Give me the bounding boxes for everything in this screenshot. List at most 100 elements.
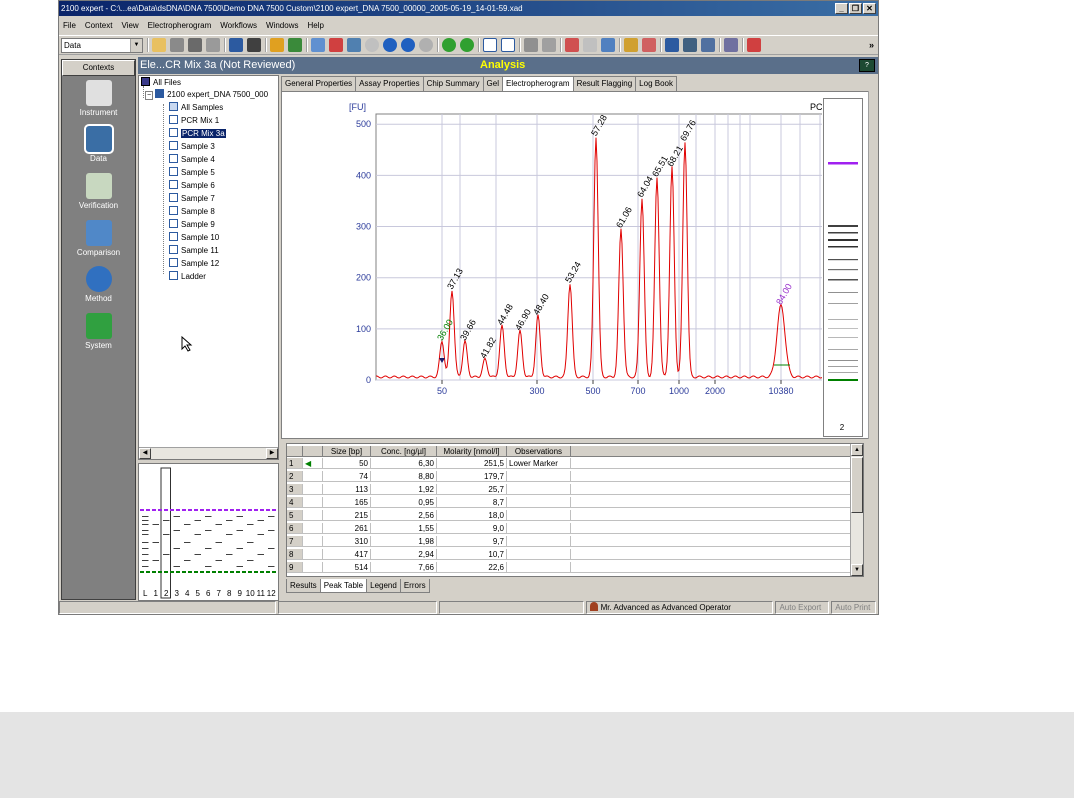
flag-icon[interactable] xyxy=(724,38,738,52)
menu-help[interactable]: Help xyxy=(307,21,323,30)
baseline-icon[interactable] xyxy=(642,38,656,52)
contexts-header[interactable]: Contexts xyxy=(62,60,135,76)
table-icon[interactable] xyxy=(665,38,679,52)
menu-view[interactable]: View xyxy=(121,21,138,30)
collapse-icon[interactable]: − xyxy=(145,91,154,100)
tab-log-book[interactable]: Log Book xyxy=(635,76,677,91)
tree-sample[interactable]: Sample 4 xyxy=(169,154,215,165)
pause-icon[interactable] xyxy=(401,38,415,52)
tree-view-icon[interactable] xyxy=(229,38,243,52)
skip-icon[interactable] xyxy=(419,38,433,52)
tree-sample[interactable]: PCR Mix 1 xyxy=(169,115,219,126)
electropherogram-panel[interactable]: 0 100 200 300 400 500 50 300 500 700 1000 2000 10380… xyxy=(281,91,876,439)
grid-icon[interactable] xyxy=(311,38,325,52)
zoom-out-icon[interactable] xyxy=(542,38,556,52)
context-verification[interactable]: Verification xyxy=(62,173,135,210)
gel-lane-view[interactable]: 2 xyxy=(823,98,863,437)
tree-root[interactable]: All Files xyxy=(141,77,181,88)
table-row[interactable]: 3 113 1,92 25,7 xyxy=(287,484,851,495)
scrollbar-thumb[interactable] xyxy=(851,457,863,513)
export-icon[interactable] xyxy=(288,38,302,52)
tab-electropherogram[interactable]: Electropherogram xyxy=(501,76,574,92)
tree-all-samples[interactable]: All Samples xyxy=(169,102,223,113)
tab-errors[interactable]: Errors xyxy=(399,579,430,593)
tab-results[interactable]: Results xyxy=(286,579,321,593)
print-preview-icon[interactable] xyxy=(206,38,220,52)
scroll-left-icon[interactable]: ◀ xyxy=(139,448,151,459)
electropherogram-chart[interactable]: 0 100 200 300 400 500 50 300 500 700 1000 2000 10380… xyxy=(282,92,869,438)
table-row[interactable]: 1 ◀ 50 6,30 251,5 Lower Marker xyxy=(287,458,851,469)
zoom-in-icon[interactable] xyxy=(524,38,538,52)
splitter-handle[interactable] xyxy=(868,91,876,439)
tree-sample[interactable]: Sample 10 xyxy=(169,232,219,243)
tree-horizontal-scrollbar[interactable]: ◀ ▶ xyxy=(139,447,278,459)
minimize-button[interactable]: _ xyxy=(835,3,848,14)
tab-legend[interactable]: Legend xyxy=(366,579,401,593)
tree-sample[interactable]: Sample 8 xyxy=(169,206,215,217)
scroll-right-icon[interactable]: ▶ xyxy=(266,448,278,459)
layout-icon[interactable] xyxy=(683,38,697,52)
menu-workflows[interactable]: Workflows xyxy=(220,21,257,30)
tree-sample[interactable]: Sample 5 xyxy=(169,167,215,178)
tree-sample[interactable]: Sample 3 xyxy=(169,141,215,152)
tree-sample[interactable]: Sample 6 xyxy=(169,180,215,191)
context-instrument[interactable]: Instrument xyxy=(62,80,135,117)
tree-sample[interactable]: Sample 9 xyxy=(169,219,215,230)
tile-view-icon[interactable] xyxy=(501,38,515,52)
tab-result-flagging[interactable]: Result Flagging xyxy=(572,76,637,91)
menu-context[interactable]: Context xyxy=(85,21,113,30)
tab-gel[interactable]: Gel xyxy=(482,76,503,91)
scroll-down-icon[interactable]: ▼ xyxy=(851,564,863,576)
context-combo[interactable]: Data ▼ xyxy=(61,37,143,53)
gel-thumbnail[interactable]: L 1 2 3 4 5 6 7 8 9 10 11 12 xyxy=(138,463,279,601)
context-data[interactable]: Data xyxy=(62,124,135,163)
single-view-icon[interactable] xyxy=(483,38,497,52)
maximize-button[interactable]: ❐ xyxy=(849,3,862,14)
markers-icon[interactable] xyxy=(747,38,761,52)
compare-icon[interactable] xyxy=(624,38,638,52)
tree-sample-selected[interactable]: PCR Mix 3a xyxy=(169,128,226,139)
table-row[interactable]: 4 165 0,95 8,7 xyxy=(287,497,851,508)
open-folder-icon[interactable] xyxy=(152,38,166,52)
context-system[interactable]: System xyxy=(62,313,135,350)
chart-icon[interactable] xyxy=(329,38,343,52)
scroll-up-icon[interactable]: ▲ xyxy=(851,444,863,456)
peak-tool-icon[interactable] xyxy=(565,38,579,52)
tab-peak-table[interactable]: Peak Table xyxy=(319,579,368,593)
forward-arrow-icon[interactable] xyxy=(460,38,474,52)
table-row[interactable]: 6 261 1,55 9,0 xyxy=(287,523,851,534)
back-arrow-icon[interactable] xyxy=(442,38,456,52)
gel-view-icon[interactable] xyxy=(247,38,261,52)
stop-icon[interactable] xyxy=(365,38,379,52)
table-row[interactable]: 7 310 1,98 9,7 xyxy=(287,536,851,547)
menu-windows[interactable]: Windows xyxy=(266,21,298,30)
settings-icon[interactable] xyxy=(601,38,615,52)
tab-assay-properties[interactable]: Assay Properties xyxy=(355,76,424,91)
close-button[interactable]: ✕ xyxy=(863,3,876,14)
tab-chip-summary[interactable]: Chip Summary xyxy=(422,76,484,91)
tab-general-properties[interactable]: General Properties xyxy=(281,76,357,91)
toolbar-overflow-icon[interactable]: » xyxy=(869,40,874,50)
overlay-icon[interactable] xyxy=(347,38,361,52)
tree-sample[interactable]: Sample 7 xyxy=(169,193,215,204)
table-row[interactable]: 8 417 2,94 10,7 xyxy=(287,549,851,560)
context-method[interactable]: Method xyxy=(62,266,135,303)
context-comparison[interactable]: Comparison xyxy=(62,220,135,257)
report-icon[interactable] xyxy=(701,38,715,52)
peak-table-scrollbar[interactable]: ▲ ▼ xyxy=(850,444,863,576)
peak-table[interactable]: Size [bp] Conc. [ng/µl] Molarity [nmol/l] O… xyxy=(286,443,864,577)
table-row[interactable]: 2 74 8,80 179,7 xyxy=(287,471,851,482)
run-icon[interactable] xyxy=(270,38,284,52)
record-icon[interactable] xyxy=(383,38,397,52)
menu-electropherogram[interactable]: Electropherogram xyxy=(148,21,212,30)
tree-file[interactable]: −2100 expert_DNA 7500_000 xyxy=(145,89,268,101)
tree-sample[interactable]: Sample 12 xyxy=(169,258,219,269)
print-icon[interactable] xyxy=(188,38,202,52)
help-button[interactable]: ? xyxy=(859,59,875,72)
menu-file[interactable]: File xyxy=(63,21,76,30)
pointer-tool-icon[interactable] xyxy=(583,38,597,52)
table-row[interactable]: 5 215 2,56 18,0 xyxy=(287,510,851,521)
save-icon[interactable] xyxy=(170,38,184,52)
tree-sample[interactable]: Sample 11 xyxy=(169,245,219,256)
chevron-down-icon[interactable]: ▼ xyxy=(130,38,142,52)
